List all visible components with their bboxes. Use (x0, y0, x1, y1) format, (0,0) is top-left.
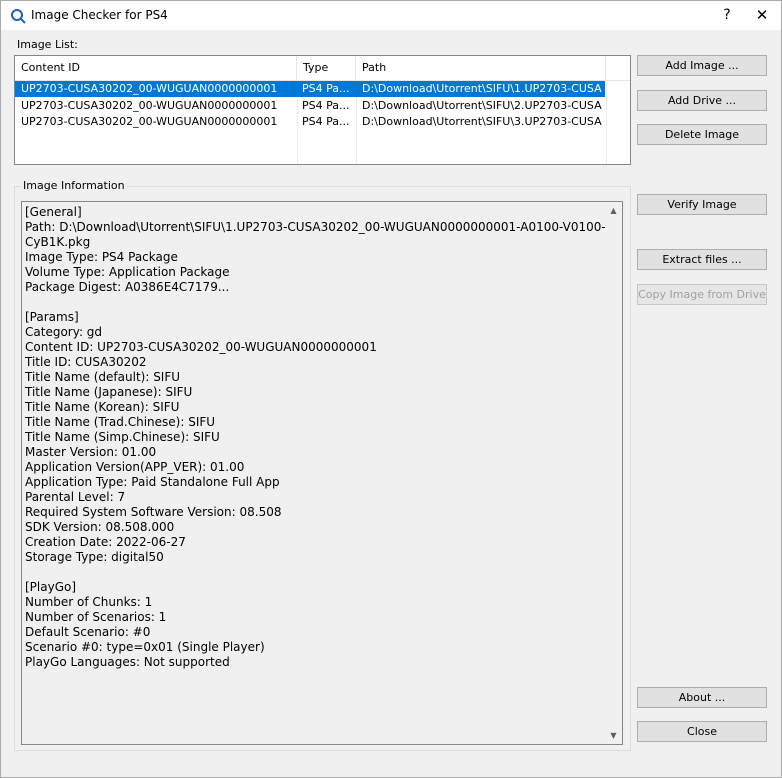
info-line: Path: D:\Download\Utorrent\SIFU\1.UP2703… (25, 220, 606, 234)
copy-image-from-drive-button: Copy Image from Drive (637, 284, 767, 305)
info-line: Category: gd (25, 325, 103, 339)
type-cell: PS4 Pa... (302, 99, 350, 112)
info-line: Creation Date: 2022-06-27 (25, 535, 186, 549)
info-line: [PlayGo] (25, 580, 77, 594)
info-line: Scenario #0: type=0x01 (Single Player) (25, 640, 265, 654)
info-lines: [General] Path: D:\Download\Utorrent\SIFU… (22, 202, 622, 670)
table-row[interactable]: UP2703-CUSA30202_00-WUGUAN0000000001 PS4… (15, 114, 605, 130)
info-line: Package Digest: A0386E4C7179... (25, 280, 230, 294)
info-line: CyB1K.pkg (25, 235, 91, 249)
info-line: PlayGo Languages: Not supported (25, 655, 230, 669)
info-line: SDK Version: 08.508.000 (25, 520, 175, 534)
path-cell: D:\Download\Utorrent\SIFU\3.UP2703-CUSA3… (362, 115, 602, 128)
content-id-cell: UP2703-CUSA30202_00-WUGUAN0000000001 (21, 115, 278, 128)
image-information-text[interactable]: [General] Path: D:\Download\Utorrent\SIFU… (21, 201, 623, 745)
column-header-path[interactable]: Path (356, 56, 606, 80)
extract-files-button[interactable]: Extract files ... (637, 249, 767, 270)
info-line: Number of Scenarios: 1 (25, 610, 167, 624)
info-line: Title Name (Trad.Chinese): SIFU (25, 415, 216, 429)
info-line: Title Name (Simp.Chinese): SIFU (25, 430, 220, 444)
vertical-scrollbar[interactable]: ▲ ▼ (605, 202, 622, 744)
delete-image-button[interactable]: Delete Image (637, 124, 767, 145)
help-button[interactable]: ? (716, 5, 738, 25)
path-cell: D:\Download\Utorrent\SIFU\1.UP2703-CUSA3… (362, 82, 602, 95)
info-line (22, 295, 622, 310)
table-row[interactable]: UP2703-CUSA30202_00-WUGUAN0000000001 PS4… (15, 98, 605, 114)
image-list-header: Content ID Type Path (15, 56, 630, 81)
window-title: Image Checker for PS4 (31, 8, 168, 22)
about-button[interactable]: About ... (637, 687, 767, 708)
add-drive-button[interactable]: Add Drive ... (637, 90, 767, 111)
info-line: Master Version: 01.00 (25, 445, 157, 459)
info-line: Storage Type: digital50 (25, 550, 164, 564)
window-close-button[interactable]: ✕ (751, 5, 773, 25)
close-button[interactable]: Close (637, 721, 767, 742)
info-line: Parental Level: 7 (25, 490, 126, 504)
info-line: Volume Type: Application Package (25, 265, 230, 279)
info-line: Default Scenario: #0 (25, 625, 151, 639)
info-line: Required System Software Version: 08.508 (25, 505, 282, 519)
info-line: Application Type: Paid Standalone Full A… (25, 475, 280, 489)
app-icon (11, 9, 26, 24)
scroll-down-icon[interactable]: ▼ (605, 727, 622, 744)
table-row[interactable]: UP2703-CUSA30202_00-WUGUAN0000000001 PS4… (15, 81, 605, 97)
image-list[interactable]: Content ID Type Path UP2703-CUSA30202_00… (14, 55, 631, 165)
path-cell: D:\Download\Utorrent\SIFU\2.UP2703-CUSA3… (362, 99, 602, 112)
verify-image-button[interactable]: Verify Image (637, 194, 767, 215)
info-line: [General] (25, 205, 82, 219)
content-id-cell: UP2703-CUSA30202_00-WUGUAN0000000001 (21, 99, 278, 112)
column-divider (606, 80, 607, 164)
image-list-label: Image List: (17, 38, 78, 51)
column-header-type[interactable]: Type (297, 56, 356, 80)
type-cell: PS4 Pa... (302, 82, 350, 95)
info-line: [Params] (25, 310, 79, 324)
info-line: Title ID: CUSA30202 (25, 355, 147, 369)
image-information-label: Image Information (21, 179, 127, 192)
scroll-up-icon[interactable]: ▲ (605, 202, 622, 219)
info-line: Title Name (default): SIFU (25, 370, 181, 384)
type-cell: PS4 Pa... (302, 115, 350, 128)
title-bar: Image Checker for PS4 ? ✕ (1, 1, 781, 30)
info-line: Title Name (Japanese): SIFU (25, 385, 193, 399)
info-line: Number of Chunks: 1 (25, 595, 153, 609)
add-image-button[interactable]: Add Image ... (637, 55, 767, 76)
info-line: Application Version(APP_VER): 01.00 (25, 460, 245, 474)
info-line: Image Type: PS4 Package (25, 250, 178, 264)
info-line: Title Name (Korean): SIFU (25, 400, 180, 414)
content-id-cell: UP2703-CUSA30202_00-WUGUAN0000000001 (21, 82, 278, 95)
app-window: Image Checker for PS4 ? ✕ Image List: Co… (0, 0, 782, 778)
info-line: Content ID: UP2703-CUSA30202_00-WUGUAN00… (25, 340, 377, 354)
info-line (22, 565, 622, 580)
column-header-content-id[interactable]: Content ID (15, 56, 297, 80)
